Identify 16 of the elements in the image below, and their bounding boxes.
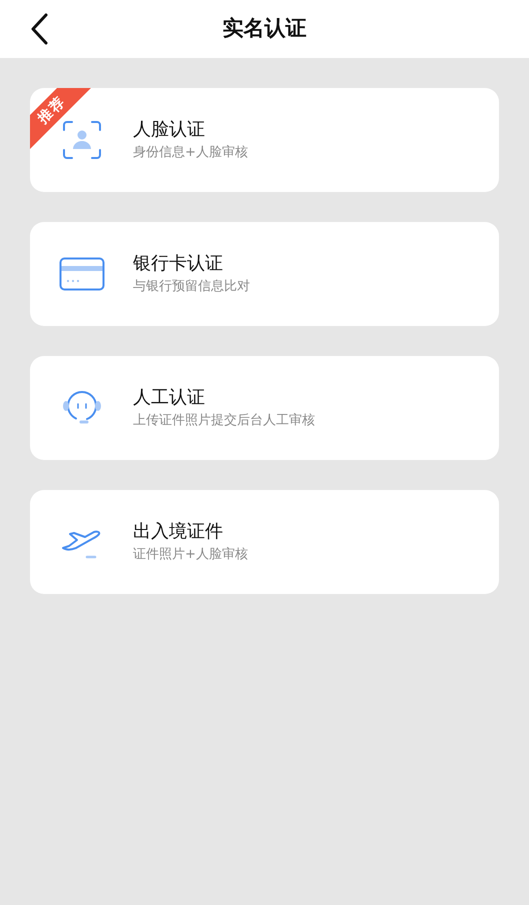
bank-card-icon — [58, 257, 104, 291]
verification-option-card[interactable]: 人工认证 上传证件照片提交后台人工审核 — [30, 356, 499, 460]
option-subtitle: 证件照片+人脸审核 — [133, 546, 248, 564]
verification-option-card[interactable]: 推荐 人脸认证 身份信息+人脸审核 — [30, 88, 499, 192]
option-subtitle: 身份信息+人脸审核 — [133, 144, 248, 162]
option-title: 人工认证 — [133, 386, 206, 410]
verification-option-card[interactable]: 出入境证件 证件照片+人脸审核 — [30, 490, 499, 594]
option-subtitle: 上传证件照片提交后台人工审核 — [133, 412, 315, 430]
option-subtitle: 与银行预留信息比对 — [133, 278, 250, 296]
recommended-label: 推荐 — [34, 92, 70, 129]
option-title: 人脸认证 — [133, 118, 206, 142]
face-scan-icon — [62, 120, 102, 160]
option-title: 银行卡认证 — [133, 252, 224, 276]
verification-option-card[interactable]: 银行卡认证 与银行预留信息比对 — [30, 222, 499, 326]
page-title: 实名认证 — [222, 15, 306, 42]
option-title: 出入境证件 — [133, 520, 224, 544]
